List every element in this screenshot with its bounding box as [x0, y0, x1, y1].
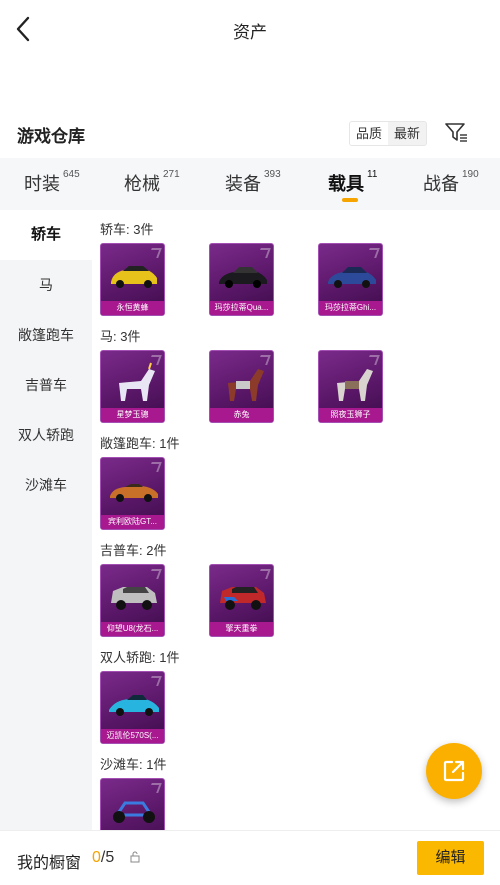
lock-icon — [130, 851, 140, 863]
item-card[interactable] — [100, 778, 165, 830]
active-tab-indicator — [342, 198, 358, 202]
item-name: 玛莎拉蒂Qua... — [210, 301, 273, 315]
tab-label: 载具 — [328, 174, 364, 194]
showcase-total: /5 — [100, 849, 115, 866]
page-title: 资产 — [233, 23, 267, 42]
item-name: 迈凯伦570S(... — [101, 729, 164, 743]
item-card[interactable]: 玛莎拉蒂Ghi... — [318, 243, 383, 316]
tab-vehicles[interactable]: 载具 11 — [328, 169, 378, 196]
category-tabs: 时装 645 枪械 271 装备 393 载具 11 战备 190 — [0, 158, 500, 210]
sort-quality-button[interactable]: 品质 — [350, 122, 388, 145]
filter-icon[interactable] — [444, 122, 468, 144]
item-card[interactable]: 玛莎拉蒂Qua... — [209, 243, 274, 316]
vehicle-type-sidebar: 轿车 马 敞篷跑车 吉普车 双人轿跑 沙滩车 — [0, 210, 92, 830]
sidebar-item-dune-buggy[interactable]: 沙滩车 — [0, 460, 92, 510]
tab-equipment[interactable]: 装备 393 — [225, 169, 281, 196]
horse-image — [228, 369, 264, 401]
sidebar-item-sedan[interactable]: 轿车 — [0, 210, 92, 260]
section-title-horse: 马: 3件 — [100, 329, 141, 344]
tab-fashion[interactable]: 时装 645 — [24, 169, 80, 196]
sort-toggle: 品质 最新 — [349, 121, 427, 146]
item-card[interactable]: 仰望U8(龙石... — [100, 564, 165, 637]
sidebar-item-convertible[interactable]: 敞篷跑车 — [0, 310, 92, 360]
car-image — [111, 587, 157, 610]
tab-count: 190 — [462, 169, 479, 180]
car-image — [111, 266, 157, 288]
item-name: 擎天重拳 — [210, 622, 273, 636]
tab-count: 271 — [163, 169, 180, 180]
car-image — [110, 484, 158, 502]
section-title-sedan: 轿车: 3件 — [100, 222, 154, 237]
item-name: 仰望U8(龙石... — [101, 622, 164, 636]
sidebar-item-coupe[interactable]: 双人轿跑 — [0, 410, 92, 460]
item-card[interactable]: 星梦玉骢 — [100, 350, 165, 423]
item-card[interactable]: 擎天重拳 — [209, 564, 274, 637]
tab-combat-prep[interactable]: 战备 190 — [423, 169, 479, 196]
item-name: 永恒黄蜂 — [101, 301, 164, 315]
tab-firearms[interactable]: 枪械 271 — [124, 169, 180, 196]
item-card[interactable]: 赤兔 — [209, 350, 274, 423]
tab-count: 393 — [264, 169, 281, 180]
tab-label: 装备 — [225, 174, 261, 194]
item-card[interactable]: 迈凯伦570S(... — [100, 671, 165, 744]
item-card[interactable]: 宾利欧陆GT... — [100, 457, 165, 530]
car-image — [219, 267, 267, 288]
sidebar-item-horse[interactable]: 马 — [0, 260, 92, 310]
item-name: 宾利欧陆GT... — [101, 515, 164, 529]
edit-button[interactable]: 编辑 — [417, 841, 484, 875]
showcase-bar: 我的橱窗 0/5 编辑 — [0, 830, 500, 885]
buggy-image — [113, 801, 155, 823]
item-card[interactable]: 照夜玉狮子 — [318, 350, 383, 423]
item-name: 玛莎拉蒂Ghi... — [319, 301, 382, 315]
car-image — [328, 267, 376, 288]
tab-label: 枪械 — [124, 174, 160, 194]
section-title-coupe: 双人轿跑: 1件 — [100, 650, 180, 665]
item-card[interactable]: 永恒黄蜂 — [100, 243, 165, 316]
tab-count: 645 — [63, 169, 80, 180]
item-name: 照夜玉狮子 — [319, 408, 382, 422]
section-title-dune-buggy: 沙滩车: 1件 — [100, 757, 167, 772]
sidebar-item-jeep[interactable]: 吉普车 — [0, 360, 92, 410]
warehouse-title: 游戏仓库 — [17, 127, 85, 146]
share-icon — [443, 760, 465, 782]
tab-label: 时装 — [24, 174, 60, 194]
showcase-label: 我的橱窗 — [17, 855, 82, 872]
share-fab-button[interactable] — [426, 743, 482, 799]
showcase-current: 0 — [92, 849, 101, 866]
showcase-count: 0/5 — [92, 849, 114, 867]
section-title-jeep: 吉普车: 2件 — [100, 543, 167, 558]
section-title-convertible: 敞篷跑车: 1件 — [100, 436, 180, 451]
sort-latest-button[interactable]: 最新 — [388, 122, 426, 145]
vehicle-list: 轿车: 3件 永恒黄蜂 玛莎拉蒂Qua... 玛莎拉蒂Ghi... 马: 3件 — [92, 210, 500, 830]
car-image — [109, 695, 159, 716]
item-name: 星梦玉骢 — [101, 408, 164, 422]
tab-label: 战备 — [423, 174, 459, 194]
tab-count: 11 — [367, 169, 378, 180]
car-image — [220, 587, 266, 610]
item-name: 赤兔 — [210, 408, 273, 422]
top-bar: 资产 — [0, 0, 500, 60]
horse-image — [337, 369, 373, 401]
horse-image — [119, 362, 155, 401]
